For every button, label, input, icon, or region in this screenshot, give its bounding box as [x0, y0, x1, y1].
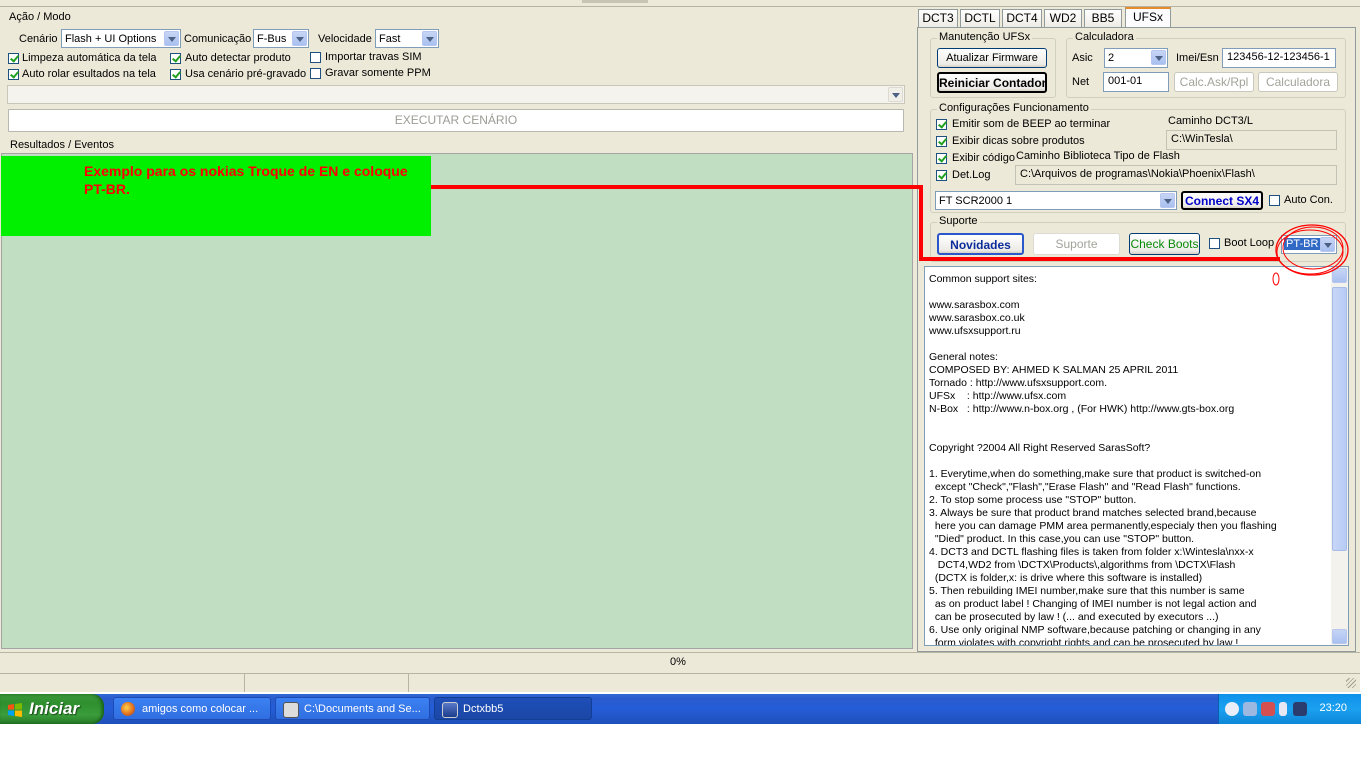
firefox-icon: [121, 702, 135, 716]
taskbar-item-dctxbb5[interactable]: Dctxbb5: [434, 697, 592, 720]
start-label: Iniciar: [29, 699, 80, 718]
network-icon[interactable]: [1243, 702, 1257, 716]
progress-bar: 0%: [0, 652, 1360, 672]
clock: 23:20: [1319, 702, 1347, 714]
taskbar-item-label: C:\Documents and Se...: [304, 703, 421, 715]
taskbar-item-firefox[interactable]: amigos como colocar ...: [113, 697, 271, 720]
scroll-down-icon[interactable]: [1332, 629, 1347, 644]
resize-grip-icon[interactable]: [1346, 678, 1356, 688]
scroll-thumb[interactable]: [1332, 287, 1347, 551]
app-window-icon: [442, 702, 458, 718]
progress-text: 0%: [670, 656, 686, 668]
start-button[interactable]: Iniciar: [0, 694, 104, 724]
network-warning-icon[interactable]: [1261, 702, 1275, 716]
taskbar: Iniciar amigos como colocar ... C:\Docum…: [0, 694, 1361, 724]
annotation-arrow: [431, 185, 1349, 286]
windows-logo-icon: [8, 703, 22, 717]
taskbar-item-explorer[interactable]: C:\Documents and Se...: [275, 697, 430, 720]
app-window: Ação / Modo Cenário Flash + UI Options C…: [0, 0, 1360, 692]
tray-expand-icon[interactable]: [1225, 702, 1239, 716]
support-info-memo[interactable]: Common support sites: www.sarasbox.com w…: [924, 266, 1349, 646]
folder-window-icon: [283, 702, 299, 718]
taskbar-item-label: amigos como colocar ...: [142, 703, 259, 715]
monitor-icon[interactable]: [1293, 702, 1307, 716]
memo-scrollbar[interactable]: [1331, 267, 1348, 645]
battery-icon[interactable]: [1279, 702, 1287, 716]
system-tray: 23:20: [1218, 694, 1361, 724]
support-info-text: Common support sites: www.sarasbox.com w…: [929, 273, 1277, 646]
taskbar-item-label: Dctxbb5: [463, 703, 504, 715]
status-bar: [0, 673, 1360, 692]
